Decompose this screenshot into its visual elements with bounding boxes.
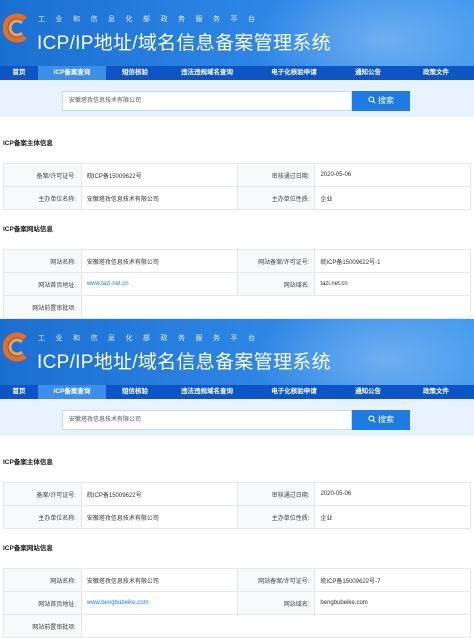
- nav-home[interactable]: 首页: [0, 385, 38, 399]
- website-info-table: 网站名称: 安徽塔孜信息技术有限公司 网站备案/许可证号: 皖ICP备15009…: [3, 249, 472, 319]
- header-banner: 工业和信息化部政务服务平台 ICP/IP地址/域名信息备案管理系统: [0, 0, 474, 66]
- nav-illegal-domain-query[interactable]: 违法违规域名查询: [164, 66, 250, 80]
- table-row: 网站首页地址: www.tazi.net.cn 网站域名: tazi.net.c…: [3, 272, 471, 296]
- table-row: 备案/许可证号: 皖ICP备15009622号 审核通过日期: 2020-05-…: [3, 482, 471, 506]
- table-row: 网站名称: 安徽塔孜信息技术有限公司 网站备案/许可证号: 皖ICP备15009…: [3, 249, 471, 273]
- sponsor-name-label: 主办单位名称:: [3, 505, 82, 529]
- search-button[interactable]: 搜索: [352, 410, 410, 430]
- sponsor-name-value: 安徽塔孜信息技术有限公司: [80, 505, 238, 529]
- table-row: 网站前置审批项:: [3, 614, 472, 638]
- search-button[interactable]: 搜索: [352, 91, 410, 111]
- sponsor-type-value: 企业: [314, 186, 471, 210]
- miit-emblem-icon: [3, 13, 27, 43]
- approval-date-value: 2020-05-06: [314, 163, 471, 187]
- table-row: 主办单位名称: 安徽塔孜信息技术有限公司 主办单位性质: 企业: [3, 186, 471, 210]
- site-name-label: 网站名称:: [3, 568, 82, 592]
- domain-label: 网站域名:: [236, 272, 316, 296]
- subject-info-table: 备案/许可证号: 皖ICP备15009622号 审核通过日期: 2020-05-…: [3, 482, 471, 529]
- site-name-label: 网站名称:: [3, 249, 82, 273]
- search-area: 安徽塔孜信息技术有限公司 搜索: [0, 399, 474, 436]
- nav-notices[interactable]: 通知公告: [338, 385, 398, 399]
- table-row: 网站前置审批项:: [3, 295, 472, 319]
- approval-date-value: 2020-05-06: [314, 482, 471, 506]
- website-section-title: ICP备案网站信息: [3, 226, 53, 233]
- nav-policy-docs[interactable]: 政策文件: [398, 385, 474, 399]
- pre-approval-label: 网站前置审批项:: [3, 295, 82, 319]
- domain-label: 网站域名:: [236, 591, 316, 615]
- sponsor-name-value: 安徽塔孜信息技术有限公司: [80, 186, 238, 210]
- header-title: ICP/IP地址/域名信息备案管理系统: [37, 352, 331, 373]
- screenshot-panel: 工业和信息化部政务服务平台 ICP/IP地址/域名信息备案管理系统 首页 ICP…: [0, 319, 474, 638]
- subject-info-table: 备案/许可证号: 皖ICP备15009622号 审核通过日期: 2020-05-…: [3, 163, 471, 210]
- license-value: 皖ICP备15009622号: [80, 482, 238, 506]
- homepage-cell: www.bengbubeike.com: [80, 591, 238, 615]
- search-button-label: 搜索: [378, 96, 394, 105]
- header-subtitle: 工业和信息化部政务服务平台: [38, 335, 266, 342]
- nav-electronic-verify[interactable]: 电子化核验申请: [250, 385, 338, 399]
- approval-date-label: 审核通过日期:: [236, 163, 316, 187]
- table-row: 网站首页地址: www.bengbubeike.com 网站域名: bengbu…: [3, 591, 471, 615]
- miit-emblem-icon: [3, 332, 27, 362]
- site-license-label: 网站备案/许可证号:: [236, 249, 316, 273]
- nav-policy-docs[interactable]: 政策文件: [398, 66, 474, 80]
- site-license-value: 皖ICP备15009622号-1: [314, 249, 471, 273]
- license-label: 备案/许可证号:: [3, 163, 82, 187]
- website-info-table: 网站名称: 安徽塔孜信息技术有限公司 网站备案/许可证号: 皖ICP备15009…: [3, 568, 472, 638]
- search-area: 安徽塔孜信息技术有限公司 搜索: [0, 80, 474, 117]
- website-section-title: ICP备案网站信息: [3, 545, 53, 552]
- main-nav: 首页 ICP备案查询 短信核验 违法违规域名查询 电子化核验申请 通知公告 政策…: [0, 385, 474, 399]
- sponsor-type-label: 主办单位性质:: [236, 505, 316, 529]
- domain-value: tazi.net.cn: [314, 272, 471, 296]
- main-nav: 首页 ICP备案查询 短信核验 违法违规域名查询 电子化核验申请 通知公告 政策…: [0, 66, 474, 80]
- homepage-cell: www.tazi.net.cn: [80, 272, 238, 296]
- site-license-value: 皖ICP备15009622号-7: [314, 568, 471, 592]
- search-input[interactable]: 安徽塔孜信息技术有限公司: [62, 91, 352, 111]
- license-value: 皖ICP备15009622号: [80, 163, 238, 187]
- sponsor-name-label: 主办单位名称:: [3, 186, 82, 210]
- subject-section-title: ICP备案主体信息: [3, 459, 53, 466]
- nav-illegal-domain-query[interactable]: 违法违规域名查询: [164, 385, 250, 399]
- nav-sms-verify[interactable]: 短信核验: [106, 66, 164, 80]
- header-subtitle: 工业和信息化部政务服务平台: [38, 16, 266, 23]
- search-button-label: 搜索: [378, 415, 394, 424]
- subject-section-title: ICP备案主体信息: [3, 140, 53, 147]
- domain-value: bengbubeike.com: [314, 591, 471, 615]
- pre-approval-value: [80, 295, 472, 319]
- nav-sms-verify[interactable]: 短信核验: [106, 385, 164, 399]
- homepage-label: 网站首页地址:: [3, 591, 82, 615]
- pre-approval-label: 网站前置审批项:: [3, 614, 82, 638]
- table-row: 备案/许可证号: 皖ICP备15009622号 审核通过日期: 2020-05-…: [3, 163, 471, 187]
- nav-icp-query[interactable]: ICP备案查询: [38, 385, 106, 399]
- pre-approval-value: [80, 614, 472, 638]
- homepage-link[interactable]: www.tazi.net.cn: [87, 281, 129, 287]
- sponsor-type-value: 企业: [314, 505, 471, 529]
- search-input[interactable]: 安徽塔孜信息技术有限公司: [62, 410, 352, 430]
- search-icon: [368, 415, 376, 423]
- screenshot-panel: 工业和信息化部政务服务平台 ICP/IP地址/域名信息备案管理系统 首页 ICP…: [0, 0, 474, 319]
- site-name-value: 安徽塔孜信息技术有限公司: [80, 568, 238, 592]
- header-banner: 工业和信息化部政务服务平台 ICP/IP地址/域名信息备案管理系统: [0, 319, 474, 385]
- nav-home[interactable]: 首页: [0, 66, 38, 80]
- table-row: 主办单位名称: 安徽塔孜信息技术有限公司 主办单位性质: 企业: [3, 505, 471, 529]
- header-title: ICP/IP地址/域名信息备案管理系统: [37, 33, 331, 54]
- homepage-label: 网站首页地址:: [3, 272, 82, 296]
- license-label: 备案/许可证号:: [3, 482, 82, 506]
- approval-date-label: 审核通过日期:: [236, 482, 316, 506]
- homepage-link[interactable]: www.bengbubeike.com: [87, 600, 149, 606]
- nav-notices[interactable]: 通知公告: [338, 66, 398, 80]
- nav-electronic-verify[interactable]: 电子化核验申请: [250, 66, 338, 80]
- nav-icp-query[interactable]: ICP备案查询: [38, 66, 106, 80]
- search-icon: [368, 96, 376, 104]
- sponsor-type-label: 主办单位性质:: [236, 186, 316, 210]
- site-license-label: 网站备案/许可证号:: [236, 568, 316, 592]
- site-name-value: 安徽塔孜信息技术有限公司: [80, 249, 238, 273]
- table-row: 网站名称: 安徽塔孜信息技术有限公司 网站备案/许可证号: 皖ICP备15009…: [3, 568, 471, 592]
